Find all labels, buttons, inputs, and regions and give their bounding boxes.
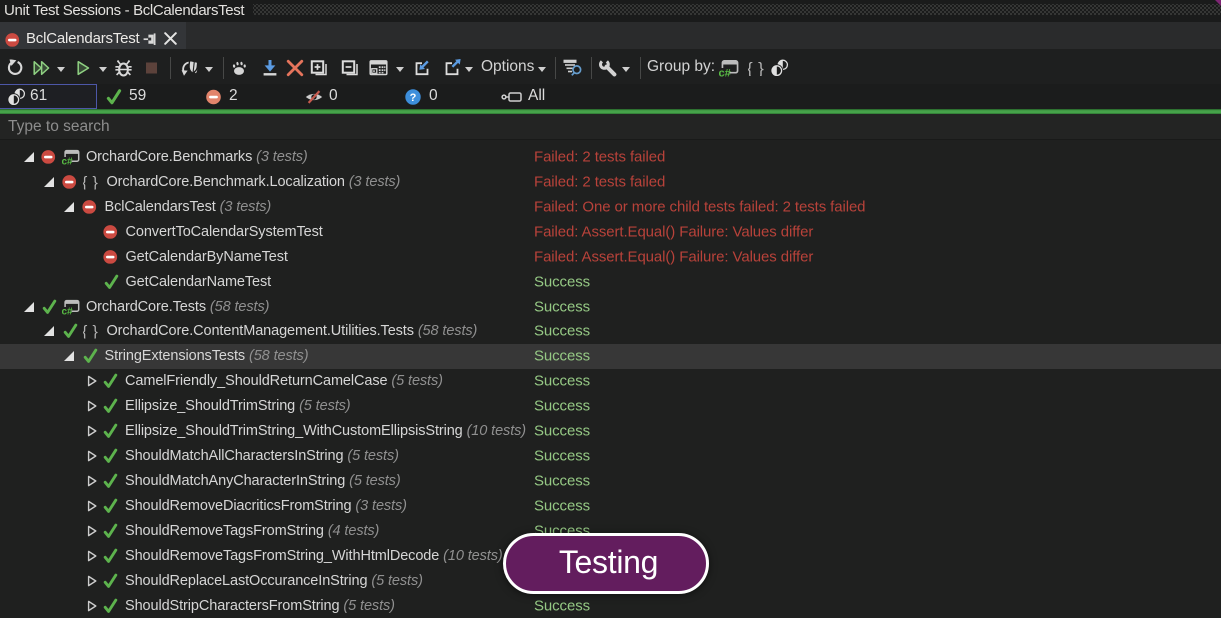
svg-text:?: ?	[410, 92, 417, 104]
